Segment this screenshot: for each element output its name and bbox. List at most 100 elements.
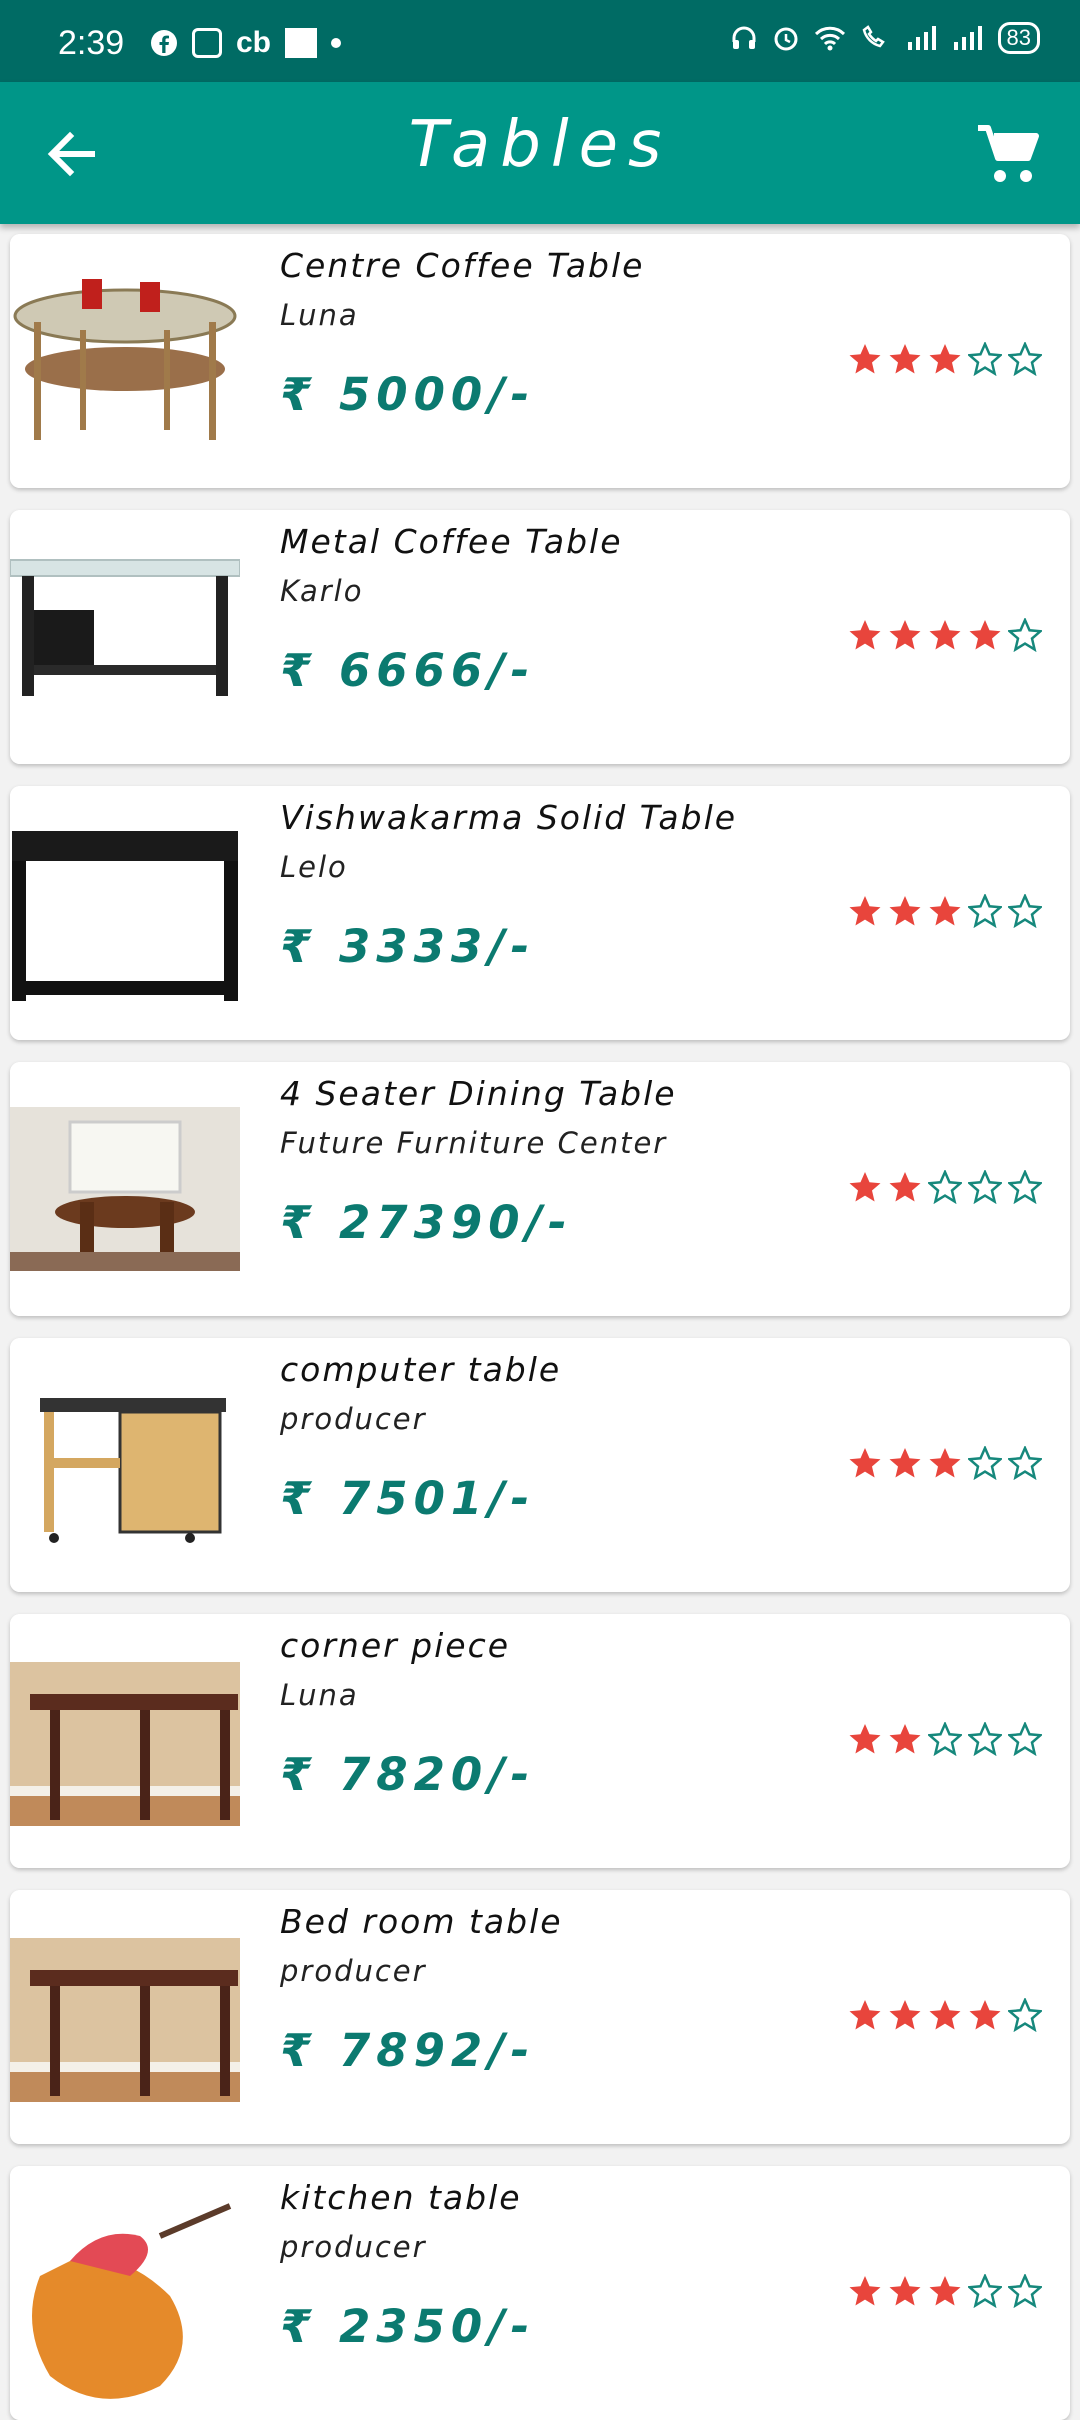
news-icon <box>285 28 318 58</box>
product-name: computer table <box>280 1350 562 1389</box>
product-card[interactable]: computer table producer ₹ 7501/- <box>10 1338 1070 1592</box>
product-name: 4 Seater Dining Table <box>280 1074 677 1113</box>
product-image <box>10 1338 240 1592</box>
product-name: kitchen table <box>280 2178 522 2217</box>
star-filled-icon <box>929 2276 961 2306</box>
product-image <box>10 1890 240 2144</box>
product-name: corner piece <box>280 1626 511 1665</box>
product-image <box>10 2166 240 2420</box>
rating-stars <box>848 894 1042 928</box>
star-outline-icon <box>968 1170 1002 1204</box>
star-outline-icon <box>968 2274 1002 2308</box>
page-title: Tables <box>408 108 672 182</box>
battery-indicator: 83 <box>997 22 1040 54</box>
product-price: ₹ 2350/- <box>280 2300 536 2353</box>
product-name: Metal Coffee Table <box>280 522 623 561</box>
wifi-call-icon <box>862 25 885 48</box>
star-outline-icon <box>968 894 1002 928</box>
product-card[interactable]: 4 Seater Dining Table Future Furniture Ce… <box>10 1062 1070 1316</box>
product-image <box>10 786 240 1040</box>
rating-stars <box>848 1998 1042 2032</box>
rating-stars <box>848 1446 1042 1480</box>
product-image <box>10 1062 240 1316</box>
star-outline-icon <box>928 1722 962 1756</box>
star-filled-icon <box>889 2000 921 2030</box>
star-filled-icon <box>969 2000 1001 2030</box>
status-left-icons: cb <box>150 26 342 60</box>
star-filled-icon <box>849 2000 881 2030</box>
status-time: 2:39 <box>58 24 125 62</box>
product-price: ₹ 6666/- <box>280 644 536 697</box>
product-price: ₹ 7501/- <box>280 1472 536 1525</box>
star-filled-icon <box>849 1172 881 1202</box>
product-name: Centre Coffee Table <box>280 246 645 285</box>
star-filled-icon <box>849 2276 881 2306</box>
product-card[interactable]: Vishwakarma Solid Table Lelo ₹ 3333/- <box>10 786 1070 1040</box>
rating-stars <box>848 2274 1042 2308</box>
status-right-icons: 83 <box>730 22 1040 54</box>
star-filled-icon <box>889 620 921 650</box>
star-filled-icon <box>929 896 961 926</box>
product-price: ₹ 7820/- <box>280 1748 536 1801</box>
star-filled-icon <box>929 2000 961 2030</box>
star-outline-icon <box>1008 1446 1042 1480</box>
product-card[interactable]: corner piece Luna ₹ 7820/- <box>10 1614 1070 1868</box>
app-grid-icon <box>192 28 222 58</box>
signal-icon <box>953 26 982 50</box>
facebook-icon <box>151 30 177 56</box>
product-price: ₹ 27390/- <box>280 1196 573 1249</box>
rating-stars <box>848 618 1042 652</box>
product-brand: Karlo <box>280 574 364 608</box>
star-filled-icon <box>849 1724 881 1754</box>
product-brand: Lelo <box>280 850 348 884</box>
star-filled-icon <box>889 344 921 374</box>
star-filled-icon <box>929 1448 961 1478</box>
star-outline-icon <box>1008 894 1042 928</box>
star-outline-icon <box>1008 2274 1042 2308</box>
star-outline-icon <box>1008 1722 1042 1756</box>
star-outline-icon <box>968 1446 1002 1480</box>
product-name: Vishwakarma Solid Table <box>280 798 738 837</box>
product-card[interactable]: Bed room table producer ₹ 7892/- <box>10 1890 1070 2144</box>
product-image <box>10 1614 240 1868</box>
product-name: Bed room table <box>280 1902 563 1941</box>
star-filled-icon <box>889 896 921 926</box>
star-filled-icon <box>889 1448 921 1478</box>
star-outline-icon <box>1008 1170 1042 1204</box>
product-card[interactable]: kitchen table producer ₹ 2350/- <box>10 2166 1070 2420</box>
product-image <box>10 510 241 764</box>
product-brand: Future Furniture Center <box>280 1126 668 1160</box>
star-filled-icon <box>849 620 881 650</box>
product-brand: producer <box>280 1954 427 1988</box>
product-brand: Luna <box>280 298 359 332</box>
product-brand: producer <box>280 1402 427 1436</box>
star-outline-icon <box>928 1170 962 1204</box>
product-price: ₹ 5000/- <box>280 368 536 421</box>
star-outline-icon <box>968 1722 1002 1756</box>
signal-icon <box>907 26 936 50</box>
product-brand: Luna <box>280 1678 359 1712</box>
star-filled-icon <box>889 2276 921 2306</box>
star-filled-icon <box>969 620 1001 650</box>
headset-icon <box>732 26 756 49</box>
cb-icon: cb <box>236 26 272 59</box>
status-bar: 2:39 cb 83 <box>0 0 1080 82</box>
star-filled-icon <box>929 344 961 374</box>
product-card[interactable]: Metal Coffee Table Karlo ₹ 6666/- <box>10 510 1070 764</box>
star-outline-icon <box>1008 1998 1042 2032</box>
star-filled-icon <box>889 1172 921 1202</box>
star-filled-icon <box>889 1724 921 1754</box>
star-filled-icon <box>849 344 881 374</box>
star-outline-icon <box>1008 342 1042 376</box>
star-filled-icon <box>849 1448 881 1478</box>
app-bar: Tables <box>0 82 1080 224</box>
rating-stars <box>848 342 1042 376</box>
product-card[interactable]: Centre Coffee Table Luna ₹ 5000/- <box>10 234 1070 488</box>
product-price: ₹ 7892/- <box>280 2024 536 2077</box>
star-outline-icon <box>1008 618 1042 652</box>
wifi-icon <box>814 26 845 51</box>
product-image <box>10 234 240 488</box>
rating-stars <box>848 1170 1042 1204</box>
star-filled-icon <box>849 896 881 926</box>
cart-icon[interactable] <box>974 120 1042 188</box>
